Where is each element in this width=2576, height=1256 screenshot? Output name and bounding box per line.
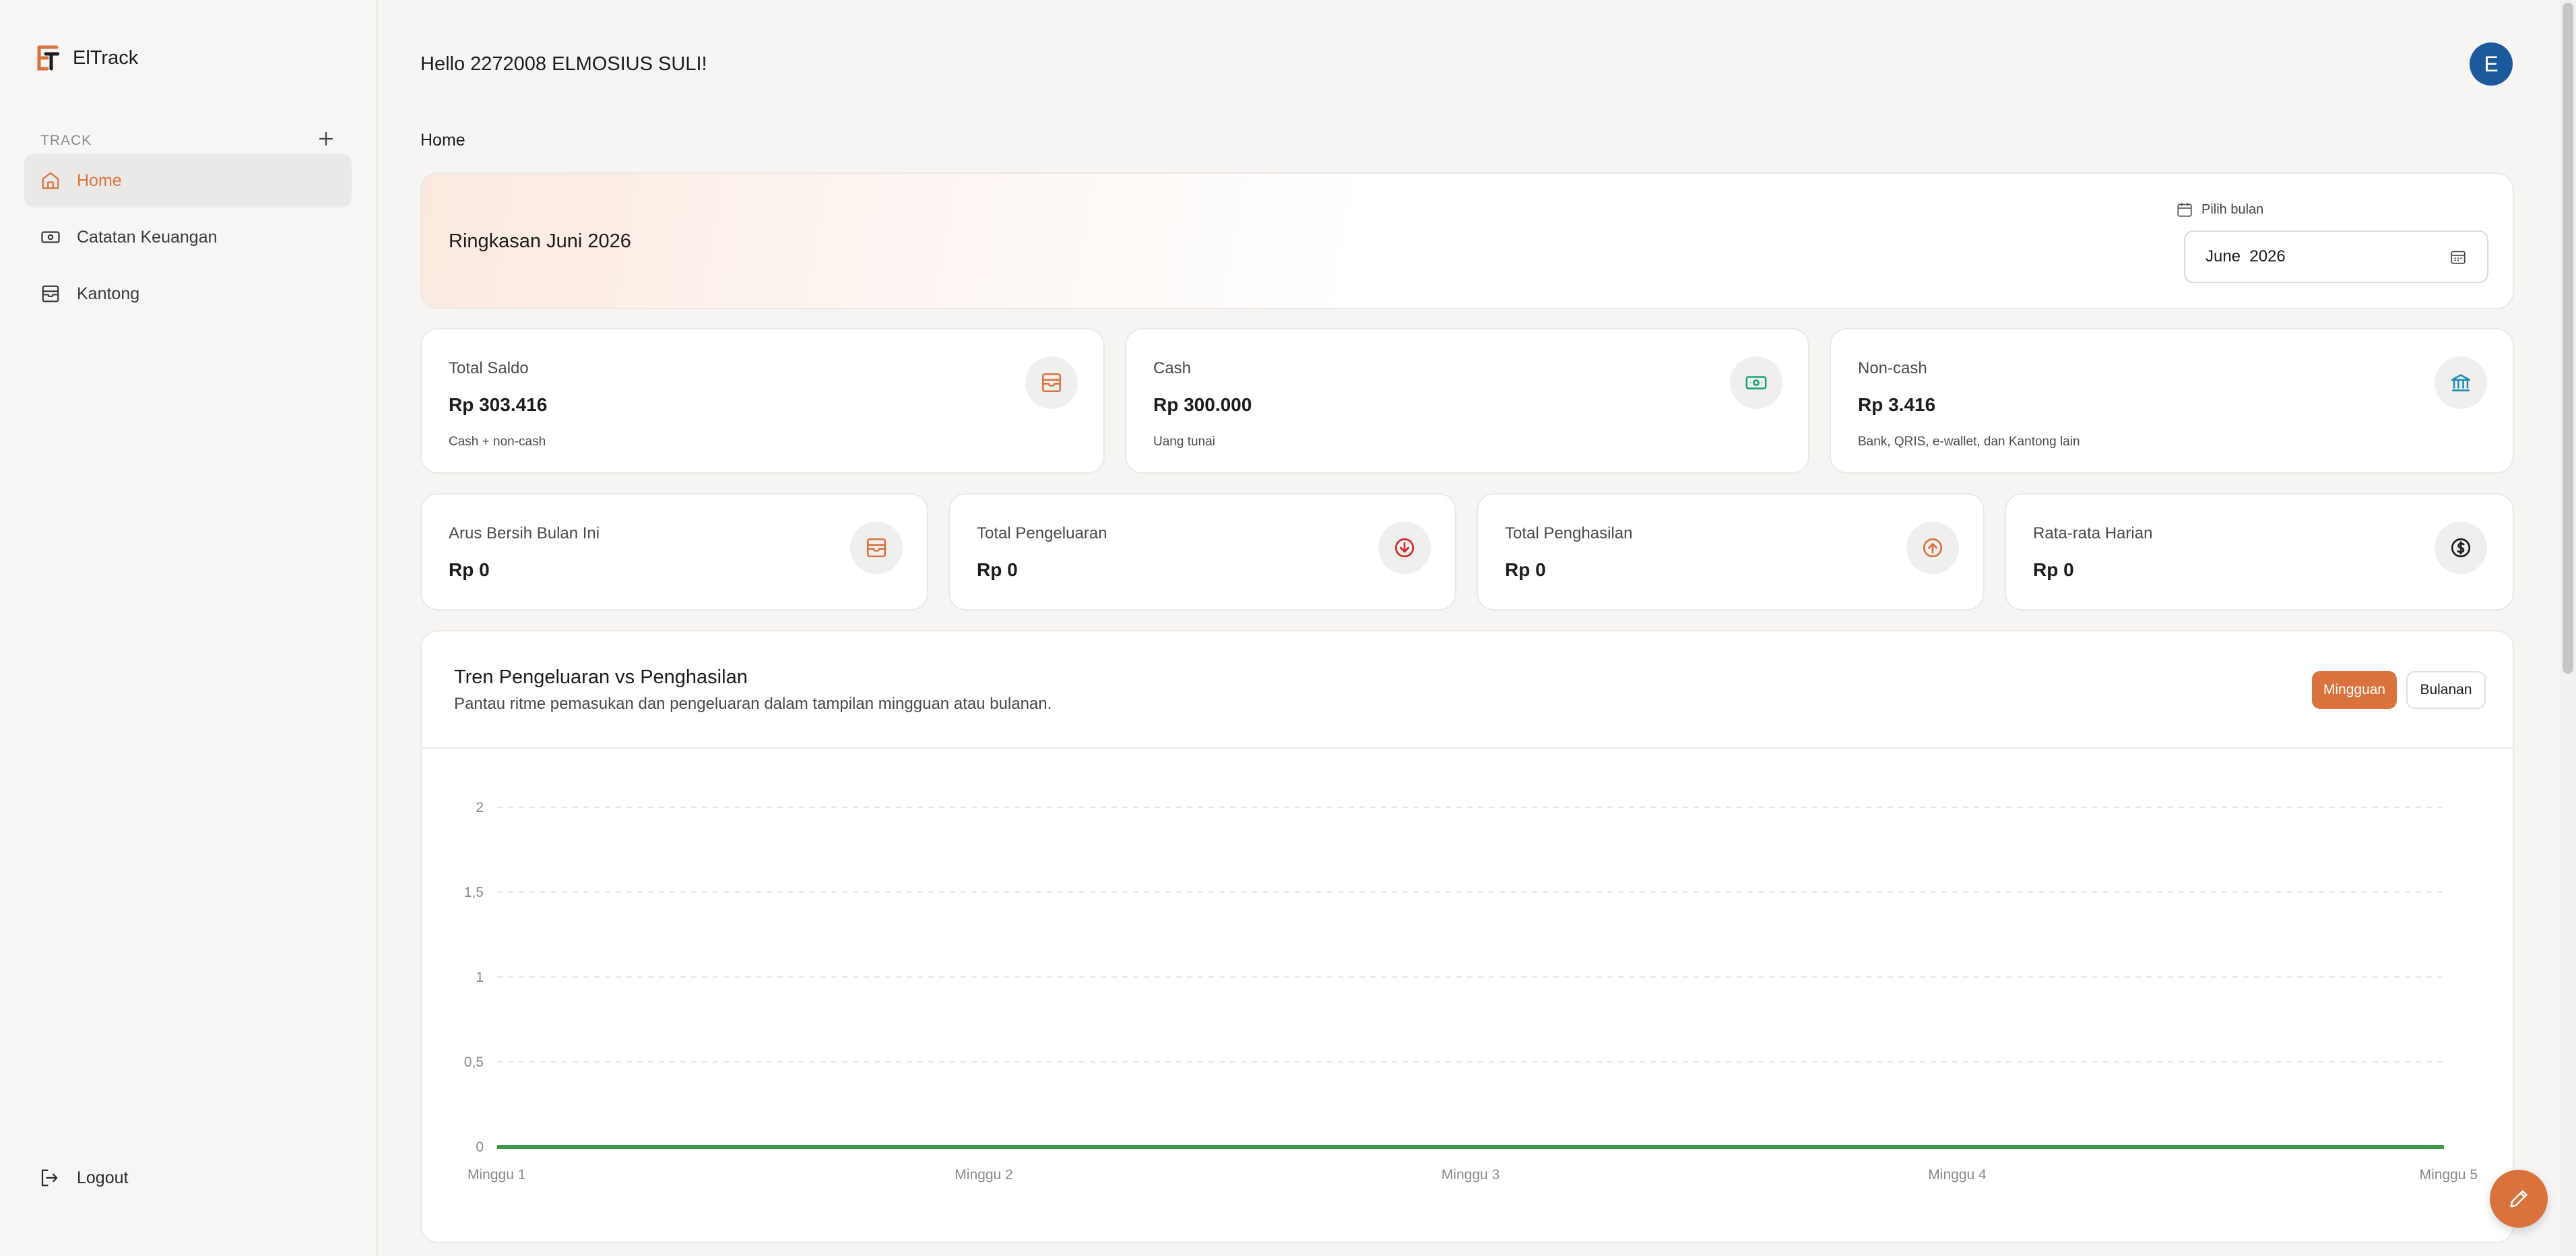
chart-subtitle: Pantau ritme pemasukan dan pengeluaran d… [454, 695, 1052, 713]
stat-value: Rp 0 [1505, 559, 1546, 580]
x-tick-label: Minggu 3 [1442, 1167, 1500, 1183]
logout-button[interactable]: Logout [39, 1168, 128, 1188]
arrow-down-circle-icon [1378, 522, 1431, 574]
stat-card-total-saldo: Total Saldo Rp 303.416 Cash + non-cash [420, 328, 1105, 474]
stat-value: Rp 0 [2033, 559, 2074, 580]
sidebar-item-label: Catatan Keuangan [77, 227, 218, 247]
stat-label: Arus Bersih Bulan Ini [449, 524, 600, 542]
stat-value: Rp 300.000 [1153, 394, 1252, 415]
eltrack-logo-icon [37, 45, 59, 71]
stat-value: Rp 3.416 [1858, 394, 1936, 415]
stat-sub: Bank, QRIS, e-wallet, dan Kantong lain [1858, 435, 2080, 449]
arrow-up-circle-icon [1906, 522, 1959, 574]
stat-label: Total Penghasilan [1505, 524, 1633, 542]
stat-value: Rp 0 [449, 559, 490, 580]
stat-label: Total Saldo [449, 359, 529, 377]
x-tick-label: Minggu 5 [2420, 1167, 2478, 1183]
trend-chart-card: Tren Pengeluaran vs Penghasilan Pantau r… [420, 630, 2514, 1243]
y-tick-label: 0,5 [464, 1055, 484, 1070]
greeting-text: Hello 2272008 ELMOSIUS SULI! [420, 53, 707, 75]
dollar-circle-icon [2435, 522, 2487, 574]
breadcrumb: Home [420, 131, 465, 150]
month-picker-label: Pilih bulan [2176, 201, 2263, 218]
stat-label: Non-cash [1858, 359, 1927, 377]
plus-icon [319, 131, 333, 146]
summary-title: Ringkasan Juni 2026 [449, 230, 631, 252]
y-tick-label: 1,5 [464, 885, 484, 900]
chart-title: Tren Pengeluaran vs Penghasilan [454, 666, 748, 688]
x-tick-label: Minggu 1 [468, 1167, 525, 1183]
stat-label: Total Pengeluaran [977, 524, 1107, 542]
wallet-icon [850, 522, 903, 574]
money-icon [41, 231, 60, 243]
sidebar-item-label: Kantong [77, 284, 140, 303]
home-icon [42, 172, 59, 189]
stat-card-arus-bersih: Arus Bersih Bulan Ini Rp 0 [420, 493, 928, 610]
trend-chart: 0 0,5 1 1,5 2 Minggu 1 Minggu 2 Minggu 3 Minggu … [464, 800, 2478, 1183]
tab-mingguan[interactable]: Mingguan [2312, 671, 2397, 709]
stat-value: Rp 0 [977, 559, 1018, 580]
stat-value: Rp 303.416 [449, 394, 548, 415]
stat-card-total-penghasilan: Total Penghasilan Rp 0 [1477, 493, 1985, 610]
pencil-icon [2510, 1190, 2527, 1207]
sidebar: ElTrack TRACK Home Catatan Keuangan Kant… [0, 0, 378, 1256]
logout-label: Logout [77, 1168, 129, 1187]
month-picker-value: June 2026 [2205, 247, 2286, 265]
summary-card: Ringkasan Juni 2026 Pilih bulan June 202… [420, 172, 2514, 309]
x-tick-label: Minggu 4 [1928, 1167, 1987, 1183]
calendar-icon[interactable] [2449, 248, 2467, 265]
logout-icon [41, 1169, 58, 1187]
brand[interactable]: ElTrack [36, 44, 138, 71]
x-tick-label: Minggu 2 [955, 1167, 1012, 1183]
month-picker-input[interactable]: June 2026 [2184, 230, 2488, 283]
stat-card-non-cash: Non-cash Rp 3.416 Bank, QRIS, e-wallet, … [1830, 328, 2514, 474]
avatar[interactable]: E [2470, 42, 2513, 86]
stat-label: Rata-rata Harian [2033, 524, 2153, 542]
stat-sub: Uang tunai [1153, 435, 1215, 449]
add-transaction-button[interactable] [2490, 1170, 2548, 1228]
month-picker-label-text: Pilih bulan [2201, 201, 2264, 217]
stat-card-cash: Cash Rp 300.000 Uang tunai [1125, 328, 1809, 474]
stat-label: Cash [1153, 359, 1192, 377]
stat-card-rata-rata-harian: Rata-rata Harian Rp 0 [2005, 493, 2514, 610]
app-name: ElTrack [73, 46, 139, 69]
wallet-icon [42, 285, 59, 303]
wallet-icon [1025, 356, 1078, 409]
stat-card-total-pengeluaran: Total Pengeluaran Rp 0 [948, 493, 1456, 610]
sidebar-item-kantong[interactable]: Kantong [24, 267, 352, 321]
y-tick-label: 0 [476, 1139, 484, 1155]
sidebar-item-home[interactable]: Home [24, 154, 352, 208]
banknote-icon [1730, 356, 1782, 409]
y-tick-label: 1 [476, 970, 484, 985]
stat-sub: Cash + non-cash [449, 435, 546, 449]
calendar-icon [2177, 203, 2192, 217]
scrollbar-thumb[interactable] [2563, 3, 2573, 674]
sidebar-item-label: Home [77, 170, 122, 190]
tab-bulanan[interactable]: Bulanan [2406, 671, 2486, 709]
y-tick-label: 2 [476, 800, 484, 815]
sidebar-item-catatan-keuangan[interactable]: Catatan Keuangan [24, 210, 352, 264]
add-track-button[interactable] [315, 128, 337, 150]
track-section-label: TRACK [40, 133, 92, 148]
bank-icon [2435, 356, 2487, 409]
